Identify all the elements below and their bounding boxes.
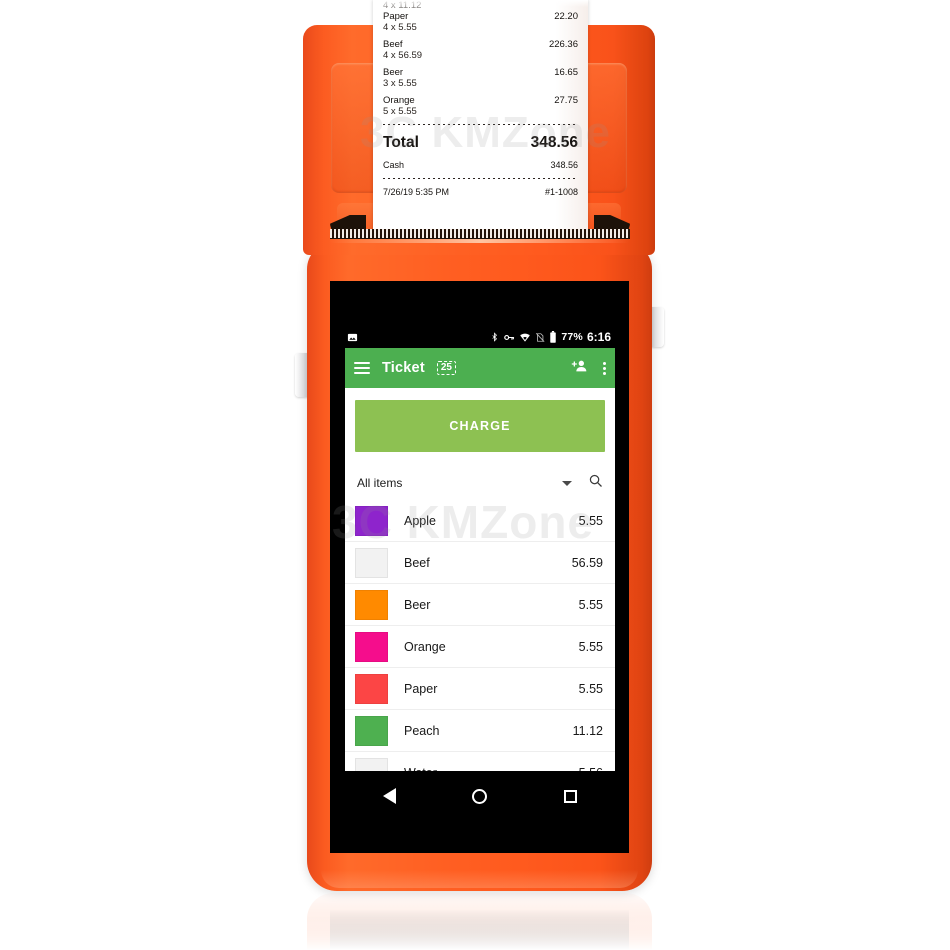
receipt-item-amount: 22.20 <box>554 11 578 22</box>
item-color-swatch <box>355 757 388 771</box>
android-screen-content: 77% 6:16 Ticket 25 CHARGE All items Appl… <box>345 326 615 771</box>
bluetooth-icon <box>490 331 499 343</box>
printer-tear-teeth <box>330 229 630 238</box>
hamburger-icon[interactable] <box>354 362 370 374</box>
category-filter-label[interactable]: All items <box>357 476 402 490</box>
item-name: Apple <box>404 513 436 528</box>
vpn-key-icon <box>503 332 515 343</box>
receipt-item-name: Beef <box>383 39 403 50</box>
receipt-item-qty: 3 x 5.55 <box>383 78 417 89</box>
back-triangle-icon[interactable] <box>383 788 397 804</box>
list-item[interactable]: Beef 56.59 <box>345 542 615 584</box>
receipt-total-label: Total <box>383 134 419 151</box>
charge-button[interactable]: CHARGE <box>355 400 605 452</box>
receipt-item-line: Beer 16.65 <box>383 67 578 78</box>
receipt-item-amount: 226.36 <box>548 39 578 50</box>
receipt-payment-row: Cash 348.56 <box>383 159 578 171</box>
item-name: Orange <box>404 639 446 654</box>
receipt-number: #1-1008 <box>544 187 578 197</box>
list-item[interactable]: Beer 5.55 <box>345 584 615 626</box>
item-list: Apple 5.55 Beef 56.59 Beer 5.55 Orange 5… <box>345 500 615 771</box>
item-name: Water <box>404 766 437 772</box>
item-name: Peach <box>404 723 440 738</box>
status-bar-clock: 6:16 <box>586 330 611 344</box>
item-color-swatch <box>355 715 388 746</box>
receipt-total-row: Total 348.56 <box>383 132 578 153</box>
item-price: 5.56 <box>579 766 603 772</box>
item-price: 5.55 <box>578 681 603 696</box>
item-color-swatch <box>355 631 388 662</box>
receipt-item-qty: 4 x 56.59 <box>383 50 423 61</box>
receipt-payment-label: Cash <box>383 160 405 170</box>
image-icon <box>347 332 358 343</box>
chevron-down-icon[interactable] <box>562 480 572 486</box>
item-color-swatch <box>355 589 388 620</box>
item-price: 56.59 <box>571 555 603 570</box>
receipt-item-amount: 27.75 <box>554 95 578 106</box>
item-name: Beef <box>404 555 430 570</box>
receipt-item-line: Orange 27.75 <box>383 95 578 106</box>
search-icon[interactable] <box>588 473 603 493</box>
item-name: Beer <box>404 597 431 612</box>
item-color-swatch <box>355 505 388 536</box>
receipt-divider <box>383 124 578 125</box>
item-price: 5.55 <box>578 597 603 612</box>
list-item[interactable]: Paper 5.55 <box>345 668 615 710</box>
receipt-payment-amount: 348.56 <box>550 160 578 170</box>
receipt-footer-row: 7/26/19 5:35 PM #1-1008 <box>383 186 578 198</box>
sim-off-icon <box>535 332 545 343</box>
receipt-item-qty: 5 x 5.55 <box>383 106 417 117</box>
screenshot-stage: 4 x 11.12 Paper 22.20 4 x 5.55 Beef 226.… <box>0 0 950 950</box>
receipt-total-amount: 348.56 <box>530 134 578 151</box>
item-price: 5.55 <box>578 513 603 528</box>
kebab-menu-icon[interactable] <box>603 361 606 375</box>
item-filter-row: All items <box>345 466 615 500</box>
receipt-top-fade <box>373 0 588 7</box>
printed-receipt: 4 x 11.12 Paper 22.20 4 x 5.55 Beef 226.… <box>373 0 588 235</box>
add-person-icon[interactable] <box>571 358 589 379</box>
home-circle-icon[interactable] <box>472 788 488 804</box>
battery-percent: 77% <box>561 331 583 343</box>
receipt-item-line: Beef 226.36 <box>383 39 578 50</box>
android-navigation-bar <box>345 776 615 816</box>
item-color-swatch <box>355 673 388 704</box>
item-name: Paper <box>404 681 438 696</box>
ticket-count-badge: 25 <box>436 361 456 375</box>
receipt-datetime: 7/26/19 5:35 PM <box>383 187 450 197</box>
device-reflection-fade <box>300 893 660 950</box>
charge-section: CHARGE <box>345 388 615 466</box>
list-item[interactable]: Apple 5.55 <box>345 500 615 542</box>
list-item[interactable]: Orange 5.55 <box>345 626 615 668</box>
item-price: 5.55 <box>578 639 603 654</box>
device-screen: 77% 6:16 Ticket 25 CHARGE All items Appl… <box>330 281 629 853</box>
app-bar-title: Ticket <box>382 360 425 376</box>
receipt-item-qty: 4 x 5.55 <box>383 22 417 33</box>
receipt-item-name: Orange <box>383 95 415 106</box>
list-item[interactable]: Peach 11.12 <box>345 710 615 752</box>
item-price: 11.12 <box>572 723 603 738</box>
recents-square-icon[interactable] <box>563 789 577 803</box>
receipt-item-amount: 16.65 <box>554 67 578 78</box>
receipt-divider <box>383 178 578 179</box>
wifi-icon <box>519 332 531 343</box>
side-button-right[interactable] <box>650 307 664 347</box>
list-item[interactable]: Water 5.56 <box>345 752 615 771</box>
device-bottom-highlight <box>320 870 639 888</box>
receipt-item-name: Beer <box>383 67 404 78</box>
android-status-bar: 77% 6:16 <box>345 326 615 348</box>
app-bar: Ticket 25 <box>345 348 615 388</box>
receipt-item-line: Paper 22.20 <box>383 11 578 22</box>
receipt-item-name: Paper <box>383 11 409 22</box>
item-color-swatch <box>355 547 388 578</box>
battery-icon <box>549 331 557 343</box>
